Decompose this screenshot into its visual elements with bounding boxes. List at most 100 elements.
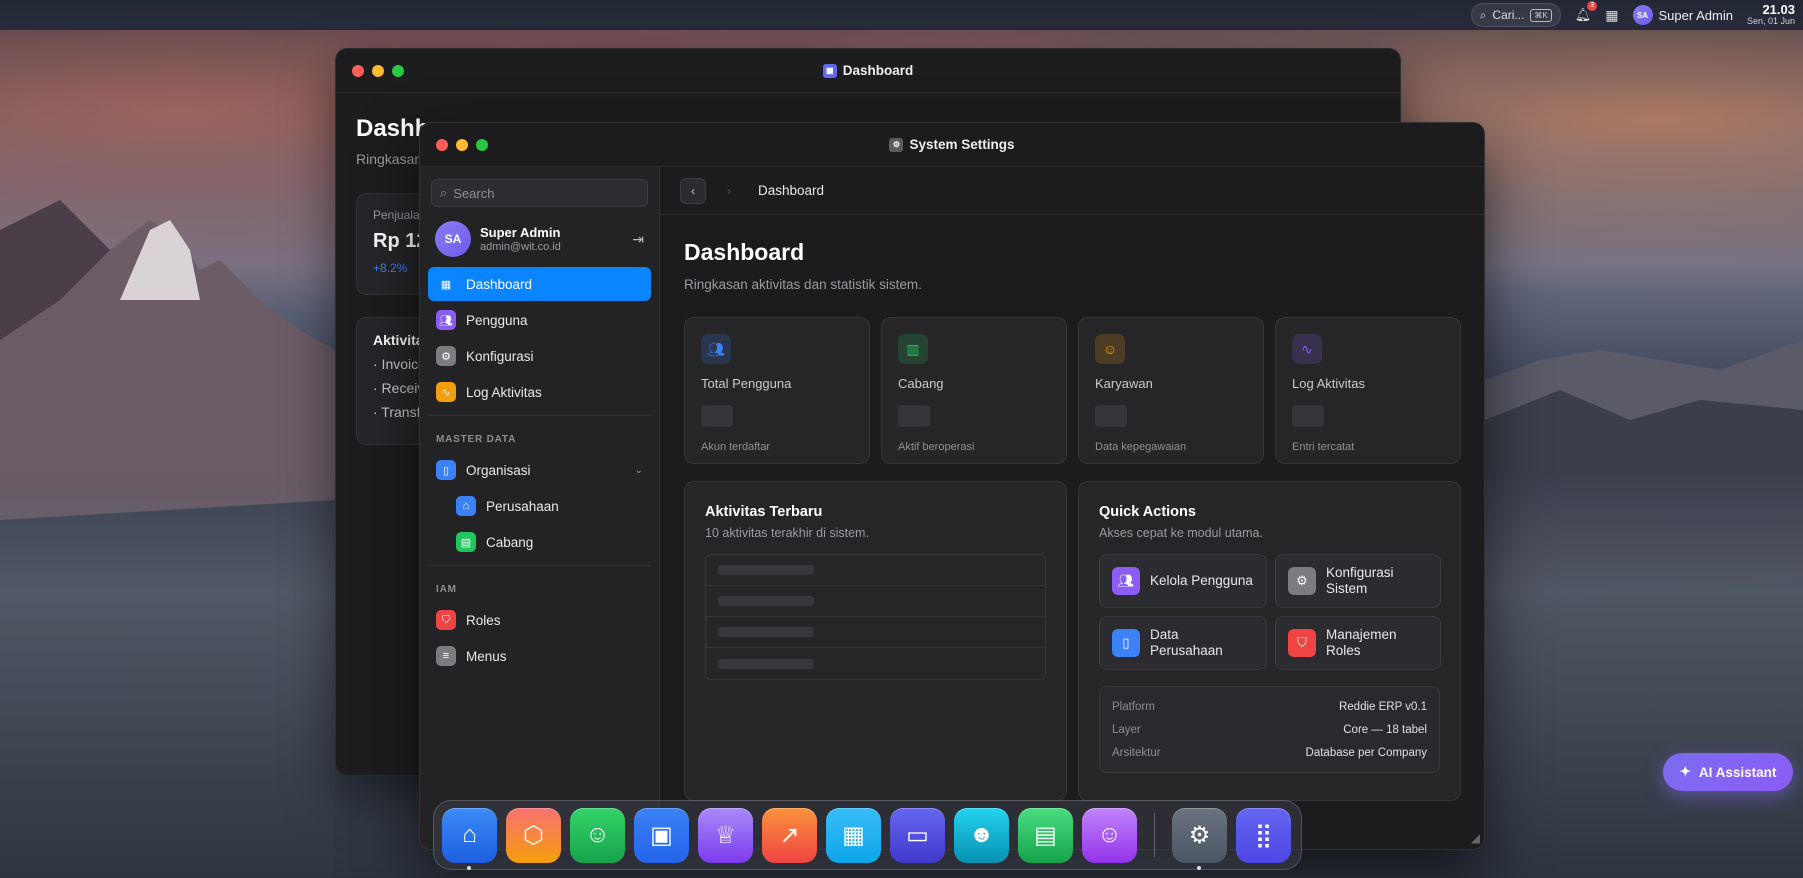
sidebar-item-label: Log Aktivitas	[466, 384, 542, 400]
sidebar-item-organisasi[interactable]: ▯ Organisasi ⌄	[428, 453, 651, 487]
recent-activity-panel: Aktivitas Terbaru 10 aktivitas terakhir …	[684, 481, 1067, 801]
info-row: Platform Reddie ERP v0.1	[1112, 695, 1427, 718]
menubar-search[interactable]: ⌕ Cari... ⌘K	[1470, 3, 1561, 27]
sidebar-item-dashboard[interactable]: ▦ Dashboard	[428, 267, 651, 301]
settings-icon[interactable]: ⚙	[1172, 807, 1227, 870]
folder-icon[interactable]: ▭	[890, 807, 945, 863]
window-titlebar[interactable]: ⚙ System Settings	[420, 123, 1484, 167]
skeleton-bar	[718, 565, 814, 575]
quick-actions-panel: Quick Actions Akses cepat ke modul utama…	[1078, 481, 1461, 801]
back-button[interactable]: ‹	[680, 177, 706, 204]
minimize-button[interactable]	[456, 139, 468, 151]
clock: 21.03 Sen, 01 Jun	[1747, 3, 1795, 26]
page-subtitle: Ringkasan	[356, 151, 423, 167]
sidebar-search-input[interactable]: ⌕ Search	[431, 179, 648, 207]
running-indicator	[467, 865, 471, 870]
forward-button[interactable]: ›	[716, 178, 742, 204]
list-item	[706, 648, 1045, 679]
sidebar-item-label: Dashboard	[466, 276, 533, 292]
apps-grid-icon[interactable]: ⣿	[1236, 807, 1291, 863]
menu-icon: ≡	[436, 646, 456, 666]
stat-footer: Data kepegawaian	[1095, 441, 1187, 453]
sidebar-item-log-aktivitas[interactable]: ∿ Log Aktivitas	[428, 375, 651, 409]
ai-assistant-button[interactable]: ✦ AI Assistant	[1663, 753, 1793, 791]
resize-handle-icon[interactable]: ◢	[1471, 831, 1480, 845]
sidebar-item-label: Roles	[466, 612, 501, 628]
sidebar-section-iam: IAM	[428, 565, 651, 603]
maximize-button[interactable]	[476, 139, 488, 151]
data-perusahaan-button[interactable]: ▯ Data Perusahaan	[1099, 616, 1267, 670]
sidebar-item-perusahaan[interactable]: ⌂ Perusahaan	[428, 489, 651, 523]
skeleton-bar	[718, 627, 814, 637]
building-icon: ⌂	[456, 496, 476, 516]
shortcut-badge: ⌘K	[1530, 8, 1552, 22]
logout-icon[interactable]: ⇥	[632, 231, 644, 248]
team-icon[interactable]: ☺	[570, 807, 625, 863]
home-icon[interactable]: ⌂	[442, 807, 497, 870]
info-row: Layer Core — 18 tabel	[1112, 718, 1427, 741]
window-title: ▦ Dashboard	[822, 63, 913, 78]
clock-date: Sen, 01 Jun	[1746, 16, 1795, 27]
activity-list	[705, 554, 1046, 680]
kelola-pengguna-button[interactable]: 👥︎ Kelola Pengguna	[1099, 554, 1267, 608]
sidebar-item-label: Perusahaan	[486, 498, 559, 514]
breadcrumb: ‹ › Dashboard	[660, 167, 1484, 215]
users-icon: 👥︎	[436, 310, 456, 330]
activity-icon: ∿	[436, 382, 456, 402]
sidebar-item-pengguna[interactable]: 👥︎ Pengguna	[428, 303, 651, 337]
panel-subtitle: Akses cepat ke modul utama.	[1099, 526, 1263, 540]
users-icon: 👥︎	[701, 334, 731, 364]
stat-card-cabang: ▥ Cabang Aktif beroperasi	[881, 317, 1067, 464]
user-name: Super Admin	[480, 225, 561, 240]
stat-value-skeleton	[1095, 405, 1127, 427]
chevron-down-icon[interactable]: ⌄	[635, 465, 643, 476]
skeleton-bar	[718, 596, 814, 606]
shield-icon: ⛉	[436, 610, 456, 630]
sidebar-user: SA Super Admin admin@wit.co.id ⇥	[428, 207, 651, 267]
notification-bell-icon[interactable]: 🔔︎ 3	[1575, 1, 1598, 23]
sidebar-item-roles[interactable]: ⛉ Roles	[428, 603, 651, 637]
people-icon[interactable]: ☻	[954, 807, 1009, 863]
maximize-button[interactable]	[392, 65, 404, 77]
sidebar-item-cabang[interactable]: ▤ Cabang	[428, 525, 651, 559]
window-titlebar[interactable]: ▦ Dashboard	[336, 49, 1400, 93]
manajemen-roles-button[interactable]: ⛉ Manajemen Roles	[1275, 616, 1441, 670]
search-icon: ⌕	[440, 185, 448, 200]
sidebar-item-label: Pengguna	[466, 312, 528, 328]
sidebar-item-konfigurasi[interactable]: ⚙ Konfigurasi	[428, 339, 651, 373]
avatar: SA	[1632, 5, 1653, 25]
building-icon: ▥	[898, 334, 928, 364]
breadcrumb-current: Dashboard	[758, 183, 825, 198]
konfigurasi-sistem-button[interactable]: ⚙ Konfigurasi Sistem	[1275, 554, 1441, 608]
system-info: Platform Reddie ERP v0.1 Layer Core — 18…	[1099, 686, 1440, 773]
menubar-user[interactable]: SA Super Admin	[1632, 5, 1733, 25]
activity-icon: ∿	[1292, 334, 1322, 364]
window-title: ⚙ System Settings	[889, 137, 1015, 152]
gear-icon: ⚙	[889, 137, 904, 152]
stat-card-log-aktivitas: ∿ Log Aktivitas Entri tercatat	[1275, 317, 1461, 464]
minimize-button[interactable]	[372, 65, 384, 77]
info-key: Layer	[1112, 723, 1141, 736]
user-group-icon[interactable]: ☺	[1082, 807, 1137, 863]
action-label: Konfigurasi Sistem	[1326, 565, 1394, 596]
main-content: ‹ › Dashboard Dashboard Ringkasan aktivi…	[660, 167, 1484, 849]
sidebar-item-label: Konfigurasi	[466, 348, 534, 364]
finance-icon[interactable]: ▣	[634, 807, 689, 863]
ai-assistant-label: AI Assistant	[1698, 764, 1777, 780]
avatar: SA	[435, 221, 471, 257]
briefcase-icon[interactable]: ▤	[1018, 807, 1073, 863]
system-settings-window[interactable]: ⚙ System Settings ⌕ Search SA Super Admi…	[419, 122, 1485, 850]
trophy-icon[interactable]: ♕	[698, 807, 753, 863]
trend-icon[interactable]: ↗	[762, 807, 817, 863]
stat-card-total-pengguna: 👥︎ Total Pengguna Akun terdaftar	[684, 317, 870, 464]
calendar-icon[interactable]: ▦	[826, 807, 881, 863]
app-grid-icon[interactable]: ▦	[1605, 7, 1618, 24]
page-title: Dashboard	[684, 239, 805, 265]
box-icon[interactable]: ⬡	[506, 807, 561, 863]
panel-subtitle: 10 aktivitas terakhir di sistem.	[705, 526, 869, 540]
close-button[interactable]	[352, 65, 364, 77]
menubar: ⌕ Cari... ⌘K 🔔︎ 3 ▦ SA Super Admin 21.03 …	[0, 0, 1803, 30]
info-value: Core — 18 tabel	[1343, 723, 1427, 736]
close-button[interactable]	[436, 139, 448, 151]
sidebar-item-menus[interactable]: ≡ Menus	[428, 639, 651, 673]
